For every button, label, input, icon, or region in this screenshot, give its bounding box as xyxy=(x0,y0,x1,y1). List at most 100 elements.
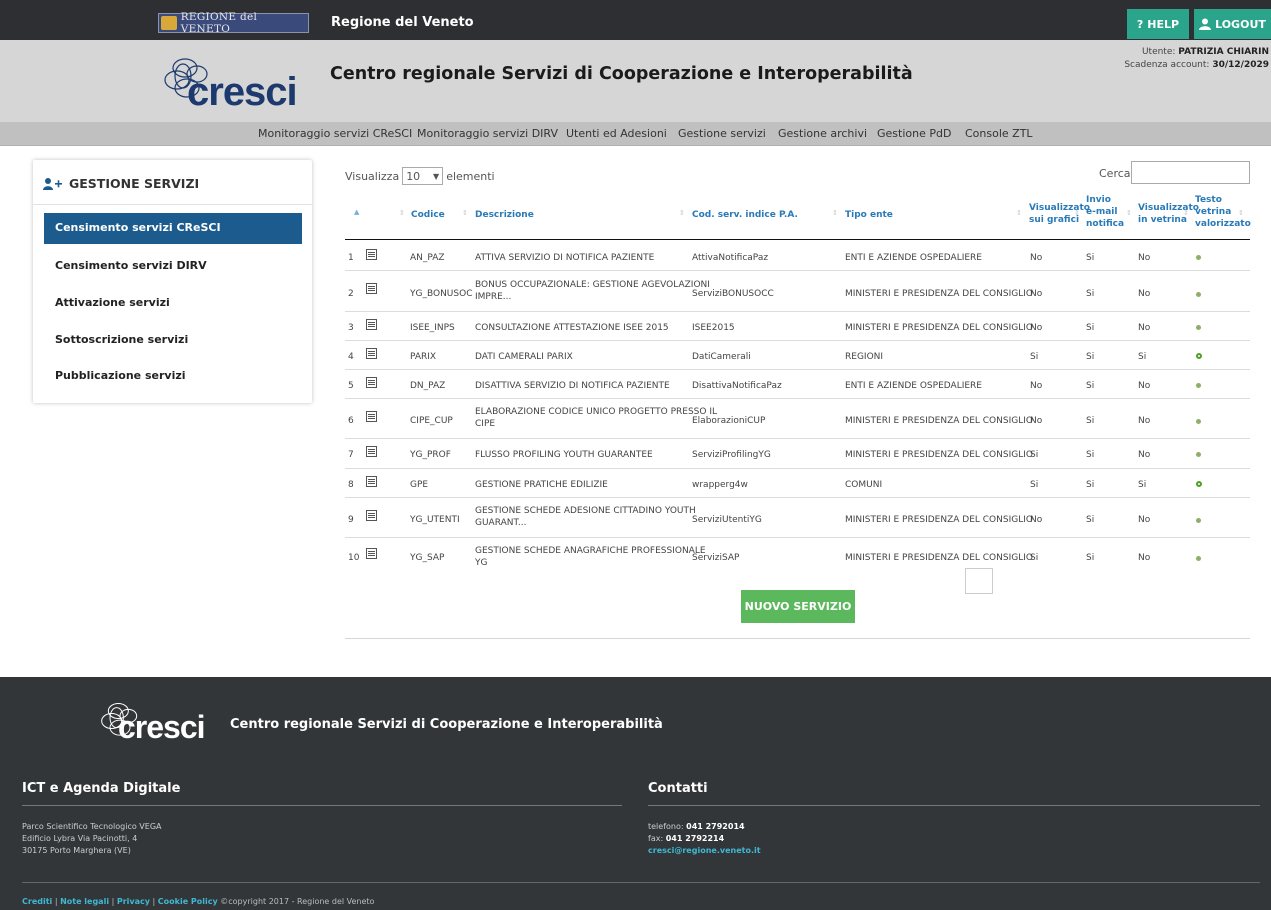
cresci-logo[interactable]: cresci xyxy=(163,54,313,114)
sort-icon[interactable]: ⇕ xyxy=(1126,209,1132,217)
logout-button[interactable]: LOGOUT xyxy=(1194,9,1271,39)
table-row[interactable]: 7 YG_PROF FLUSSO PROFILING YOUTH GUARANT… xyxy=(345,439,1250,469)
table-row[interactable]: 5 DN_PAZ DISATTIVA SERVIZIO DI NOTIFICA … xyxy=(345,370,1250,399)
cell-vis-grafici: Si xyxy=(1030,480,1039,490)
status-dot-icon xyxy=(1196,419,1201,424)
footer-legal: Crediti | Note legali | Privacy | Cookie… xyxy=(22,897,375,906)
detail-icon[interactable] xyxy=(366,249,377,260)
col-descrizione[interactable]: Descrizione xyxy=(475,209,534,221)
expiry-label: Scadenza account: xyxy=(1124,60,1210,70)
cell-cod-serv: DatiCamerali xyxy=(692,352,751,362)
nav-monitoraggio-dirv[interactable]: Monitoraggio servizi DIRV xyxy=(417,127,558,140)
detail-icon[interactable] xyxy=(366,348,377,359)
sidebar-item-sottoscrizione[interactable]: Sottoscrizione servizi xyxy=(44,325,302,356)
new-service-button[interactable]: NUOVO SERVIZIO xyxy=(741,590,855,623)
footer-divider xyxy=(22,805,622,806)
sidebar-item-attivazione[interactable]: Attivazione servizi xyxy=(44,288,302,319)
table-row[interactable]: 8 GPE GESTIONE PRATICHE EDILIZIE wrapper… xyxy=(345,469,1250,498)
footer-cresci-logo[interactable]: cresci xyxy=(100,699,220,749)
sidebar-item-pubblicazione[interactable]: Pubblicazione servizi xyxy=(44,361,302,392)
page-length-select[interactable]: 10 ▼ xyxy=(402,167,444,185)
status-ring-icon xyxy=(1196,353,1202,359)
table-row[interactable]: 10 YG_SAP GESTIONE SCHEDE ANAGRAFICHE PR… xyxy=(345,538,1250,568)
footer-bottom-divider xyxy=(22,882,1260,883)
nav-monitoraggio-cresci[interactable]: Monitoraggio servizi CReSCI xyxy=(258,127,412,140)
row-number: 6 xyxy=(348,416,354,426)
sidebar: GESTIONE SERVIZI Censimento servizi CReS… xyxy=(33,160,312,403)
sort-icon[interactable]: ⇕ xyxy=(1238,209,1244,217)
logout-label: LOGOUT xyxy=(1215,17,1266,31)
col-vis-grafici[interactable]: Visualizzato sui grafici xyxy=(1029,202,1090,226)
cookie-policy-link[interactable]: Cookie Policy xyxy=(158,897,218,906)
detail-icon[interactable] xyxy=(366,319,377,330)
privacy-link[interactable]: Privacy xyxy=(117,897,150,906)
top-bar: REGIONE del VENETO Regione del Veneto ? … xyxy=(0,0,1271,40)
table-row[interactable]: 9 YG_UTENTI GESTIONE SCHEDE ADESIONE CIT… xyxy=(345,498,1250,538)
detail-icon[interactable] xyxy=(366,446,377,457)
detail-icon[interactable] xyxy=(366,510,377,521)
footer-contacts: telefono: 041 2792014 fax: 041 2792214 c… xyxy=(648,821,761,857)
sort-icon[interactable]: ⇕ xyxy=(462,209,468,217)
detail-icon[interactable] xyxy=(366,377,377,388)
sort-asc-icon[interactable]: ▲ xyxy=(354,208,359,216)
status-dot-icon xyxy=(1196,383,1201,388)
detail-icon[interactable] xyxy=(366,548,377,559)
row-number: 1 xyxy=(348,253,354,263)
sort-icon[interactable]: ⇕ xyxy=(1074,209,1080,217)
col-vis-vetrina[interactable]: Visualizzato in vetrina xyxy=(1138,202,1199,226)
cell-descrizione-line1: ELABORAZIONE CODICE UNICO PROGETTO PRESS… xyxy=(475,407,717,417)
search-input[interactable] xyxy=(1131,161,1250,184)
nav-utenti-adesioni[interactable]: Utenti ed Adesioni xyxy=(566,127,667,140)
sidebar-title: GESTIONE SERVIZI xyxy=(43,176,199,191)
col-codice[interactable]: Codice xyxy=(411,209,445,221)
table-row[interactable]: 2 YG_BONUSOC BONUS OCCUPAZIONALE: GESTIO… xyxy=(345,271,1250,312)
sort-icon[interactable]: ⇕ xyxy=(832,209,838,217)
cell-tipo-ente: MINISTERI E PRESIDENZA DEL CONSIGLIO xyxy=(845,323,1033,333)
cell-cod-serv: wrapperg4w xyxy=(692,480,748,490)
detail-icon[interactable] xyxy=(366,283,377,294)
page-button[interactable] xyxy=(965,568,993,594)
regione-veneto-logo[interactable]: REGIONE del VENETO xyxy=(158,11,309,35)
detail-icon[interactable] xyxy=(366,476,377,487)
nav-gestione-servizi[interactable]: Gestione servizi xyxy=(678,127,766,140)
sidebar-item-censimento-dirv[interactable]: Censimento servizi DIRV xyxy=(44,251,302,282)
cell-descrizione: DATI CAMERALI PARIX xyxy=(475,352,573,362)
nav-console-ztl[interactable]: Console ZTL xyxy=(965,127,1033,140)
sort-icon[interactable]: ⇕ xyxy=(399,209,405,217)
crediti-link[interactable]: Crediti xyxy=(22,897,52,906)
sort-icon[interactable]: ⇕ xyxy=(679,209,685,217)
cell-descrizione-line2: IMPRE... xyxy=(475,292,512,302)
sort-icon[interactable]: ⇕ xyxy=(1016,209,1022,217)
table-row[interactable]: 1 AN_PAZ ATTIVA SERVIZIO DI NOTIFICA PAZ… xyxy=(345,240,1250,271)
contacts-heading: Contatti xyxy=(648,781,708,796)
nav-gestione-pdd[interactable]: Gestione PdD xyxy=(877,127,951,140)
nav-gestione-archivi[interactable]: Gestione archivi xyxy=(778,127,867,140)
cell-codice: PARIX xyxy=(410,352,437,362)
cell-invio-email: Si xyxy=(1086,480,1095,490)
help-button[interactable]: ? HELP xyxy=(1127,9,1189,39)
table-row[interactable]: 4 PARIX DATI CAMERALI PARIX DatiCamerali… xyxy=(345,341,1250,370)
email-link[interactable]: cresci@regione.veneto.it xyxy=(648,846,761,855)
note-legali-link[interactable]: Note legali xyxy=(60,897,109,906)
cell-codice: YG_UTENTI xyxy=(410,515,460,525)
col-tipo-ente[interactable]: Tipo ente xyxy=(845,209,893,221)
col-cod-serv[interactable]: Cod. serv. indice P.A. xyxy=(692,209,798,221)
table-row[interactable]: 6 CIPE_CUP ELABORAZIONE CODICE UNICO PRO… xyxy=(345,399,1250,439)
row-number: 9 xyxy=(348,515,354,525)
cell-invio-email: Si xyxy=(1086,450,1095,460)
cell-vis-grafici: No xyxy=(1030,381,1043,391)
sort-icon[interactable]: ⇕ xyxy=(1183,209,1189,217)
col-invio-email[interactable]: Invio e-mail notifica xyxy=(1086,194,1124,230)
cell-vis-vetrina: No xyxy=(1138,450,1151,460)
col-testo-vetrina-line1: Testo xyxy=(1195,195,1222,205)
table-row[interactable]: 3 ISEE_INPS CONSULTAZIONE ATTESTAZIONE I… xyxy=(345,312,1250,341)
detail-icon[interactable] xyxy=(366,411,377,422)
cell-invio-email: Si xyxy=(1086,323,1095,333)
sidebar-item-censimento-cresci[interactable]: Censimento servizi CReSCI xyxy=(44,213,302,244)
search-label: Cerca: xyxy=(1099,167,1135,180)
phone-value: 041 2792014 xyxy=(686,822,745,831)
cell-vis-grafici: Si xyxy=(1030,450,1039,460)
main-nav: Monitoraggio servizi CReSCI Monitoraggio… xyxy=(0,122,1271,146)
cell-cod-serv: ElaborazioniCUP xyxy=(692,416,766,426)
pagination-strip xyxy=(345,566,1265,578)
